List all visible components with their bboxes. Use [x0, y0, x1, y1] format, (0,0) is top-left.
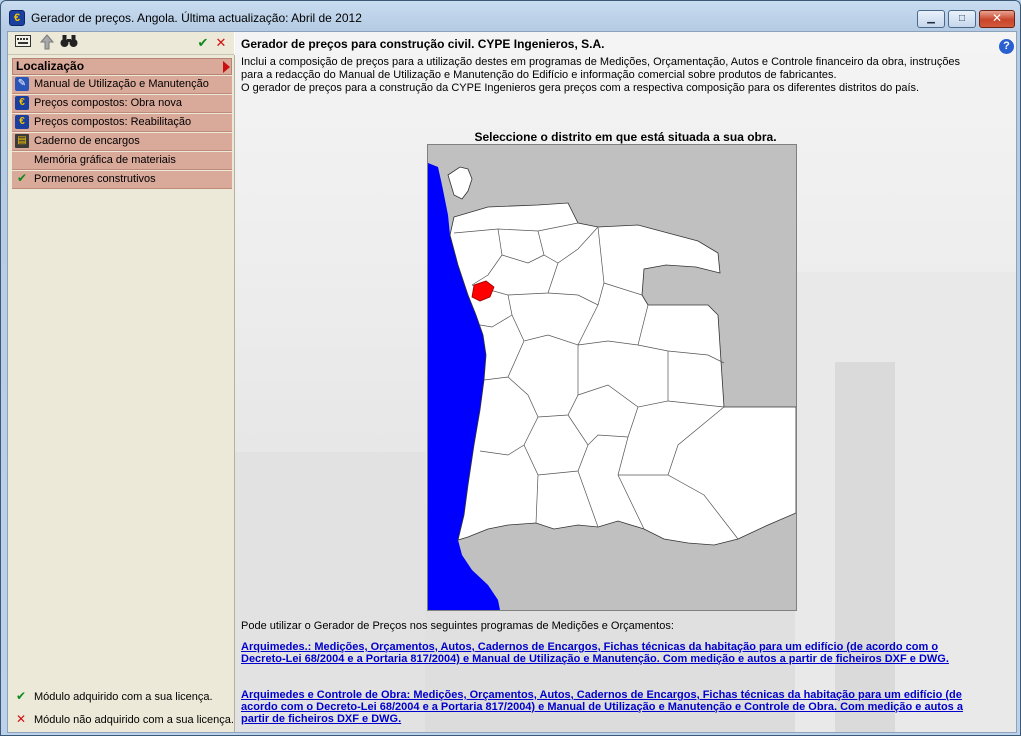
- wrench-icon: ✎: [15, 77, 29, 91]
- book-icon: ▤: [15, 134, 29, 148]
- menu-item-memoria-grafica[interactable]: Memória gráfica de materiais: [12, 152, 232, 170]
- district-map[interactable]: [427, 144, 797, 611]
- check-icon: ✔: [16, 171, 28, 185]
- check-icon: ✔: [16, 689, 27, 703]
- programs-intro: Pode utilizar o Gerador de Preços nos se…: [241, 620, 674, 632]
- keyboard-icon[interactable]: [14, 34, 32, 52]
- menu-item-label: Memória gráfica de materiais: [34, 154, 176, 166]
- menu-item-caderno-encargos[interactable]: ▤ Caderno de encargos: [12, 133, 232, 151]
- client-area: ✔ ✕ Localização ✎ Manual de Utilização e…: [7, 31, 1017, 733]
- legend-not-acquired: ✕ Módulo não adquirido com a sua licença.: [16, 712, 234, 726]
- main-panel: ? Gerador de preços para construção civi…: [235, 32, 1016, 732]
- cross-icon: ✕: [16, 712, 27, 726]
- window-title: Gerador de preços. Angola. Última actual…: [31, 11, 362, 25]
- menu-item-label: Preços compostos: Obra nova: [34, 97, 182, 109]
- menu-item-label: Preços compostos: Reabilitação: [34, 116, 192, 128]
- toolbar: ✔ ✕: [8, 32, 234, 55]
- euro-icon: €: [15, 96, 29, 110]
- legend-acquired-label: Módulo adquirido com a sua licença.: [34, 691, 213, 703]
- menu-item-manual[interactable]: ✎ Manual de Utilização e Manutenção: [12, 76, 232, 94]
- program-link-arquimedes[interactable]: Arquimedes.: Medições, Orçamentos, Autos…: [241, 641, 981, 665]
- description-line-2: O gerador de preços para a construção da…: [241, 82, 920, 94]
- menu-item-reabilitacao[interactable]: € Preços compostos: Reabilitação: [12, 114, 232, 132]
- menu-item-label: Caderno de encargos: [34, 135, 140, 147]
- program-link-arquimedes-controle[interactable]: Arquimedes e Controle de Obra: Medições,…: [241, 689, 981, 725]
- cancel-button[interactable]: ✕: [212, 34, 230, 52]
- minimize-button[interactable]: ▁: [917, 10, 945, 28]
- legend-acquired: ✔ Módulo adquirido com a sua licença.: [16, 689, 213, 703]
- euro-icon: €: [15, 115, 29, 129]
- description: Inclui a composição de preços para a uti…: [241, 56, 971, 95]
- ok-button[interactable]: ✔: [194, 34, 212, 52]
- menu-item-label: Manual de Utilização e Manutenção: [34, 78, 209, 90]
- arrow-right-icon: [223, 61, 230, 73]
- angola-map[interactable]: [428, 145, 797, 610]
- binoculars-icon[interactable]: [60, 34, 78, 52]
- up-arrow-icon[interactable]: [38, 34, 56, 52]
- menu-item-obra-nova[interactable]: € Preços compostos: Obra nova: [12, 95, 232, 113]
- menu-item-label: Pormenores construtivos: [34, 173, 156, 185]
- page-title: Gerador de preços para construção civil.…: [241, 37, 605, 51]
- help-icon[interactable]: ?: [999, 39, 1014, 54]
- section-title: Localização: [16, 59, 85, 73]
- title-bar[interactable]: € Gerador de preços. Angola. Última actu…: [1, 1, 1020, 33]
- background-pillar: [835, 362, 895, 732]
- description-line-1: Inclui a composição de preços para a uti…: [241, 56, 961, 81]
- sidebar: Localização ✎ Manual de Utilização e Man…: [8, 55, 235, 732]
- menu-item-pormenores[interactable]: ✔ Pormenores construtivos: [12, 171, 232, 189]
- app-window: € Gerador de preços. Angola. Última actu…: [0, 0, 1021, 736]
- euro-app-icon: €: [9, 10, 25, 26]
- localizacao-header[interactable]: Localização: [12, 58, 232, 75]
- map-caption: Seleccione o distrito em que está situad…: [474, 130, 777, 144]
- module-menu: ✎ Manual de Utilização e Manutenção € Pr…: [12, 76, 232, 190]
- maximize-button[interactable]: □: [948, 10, 976, 28]
- close-button[interactable]: ✕: [979, 10, 1015, 28]
- legend-not-acquired-label: Módulo não adquirido com a sua licença.: [34, 714, 234, 726]
